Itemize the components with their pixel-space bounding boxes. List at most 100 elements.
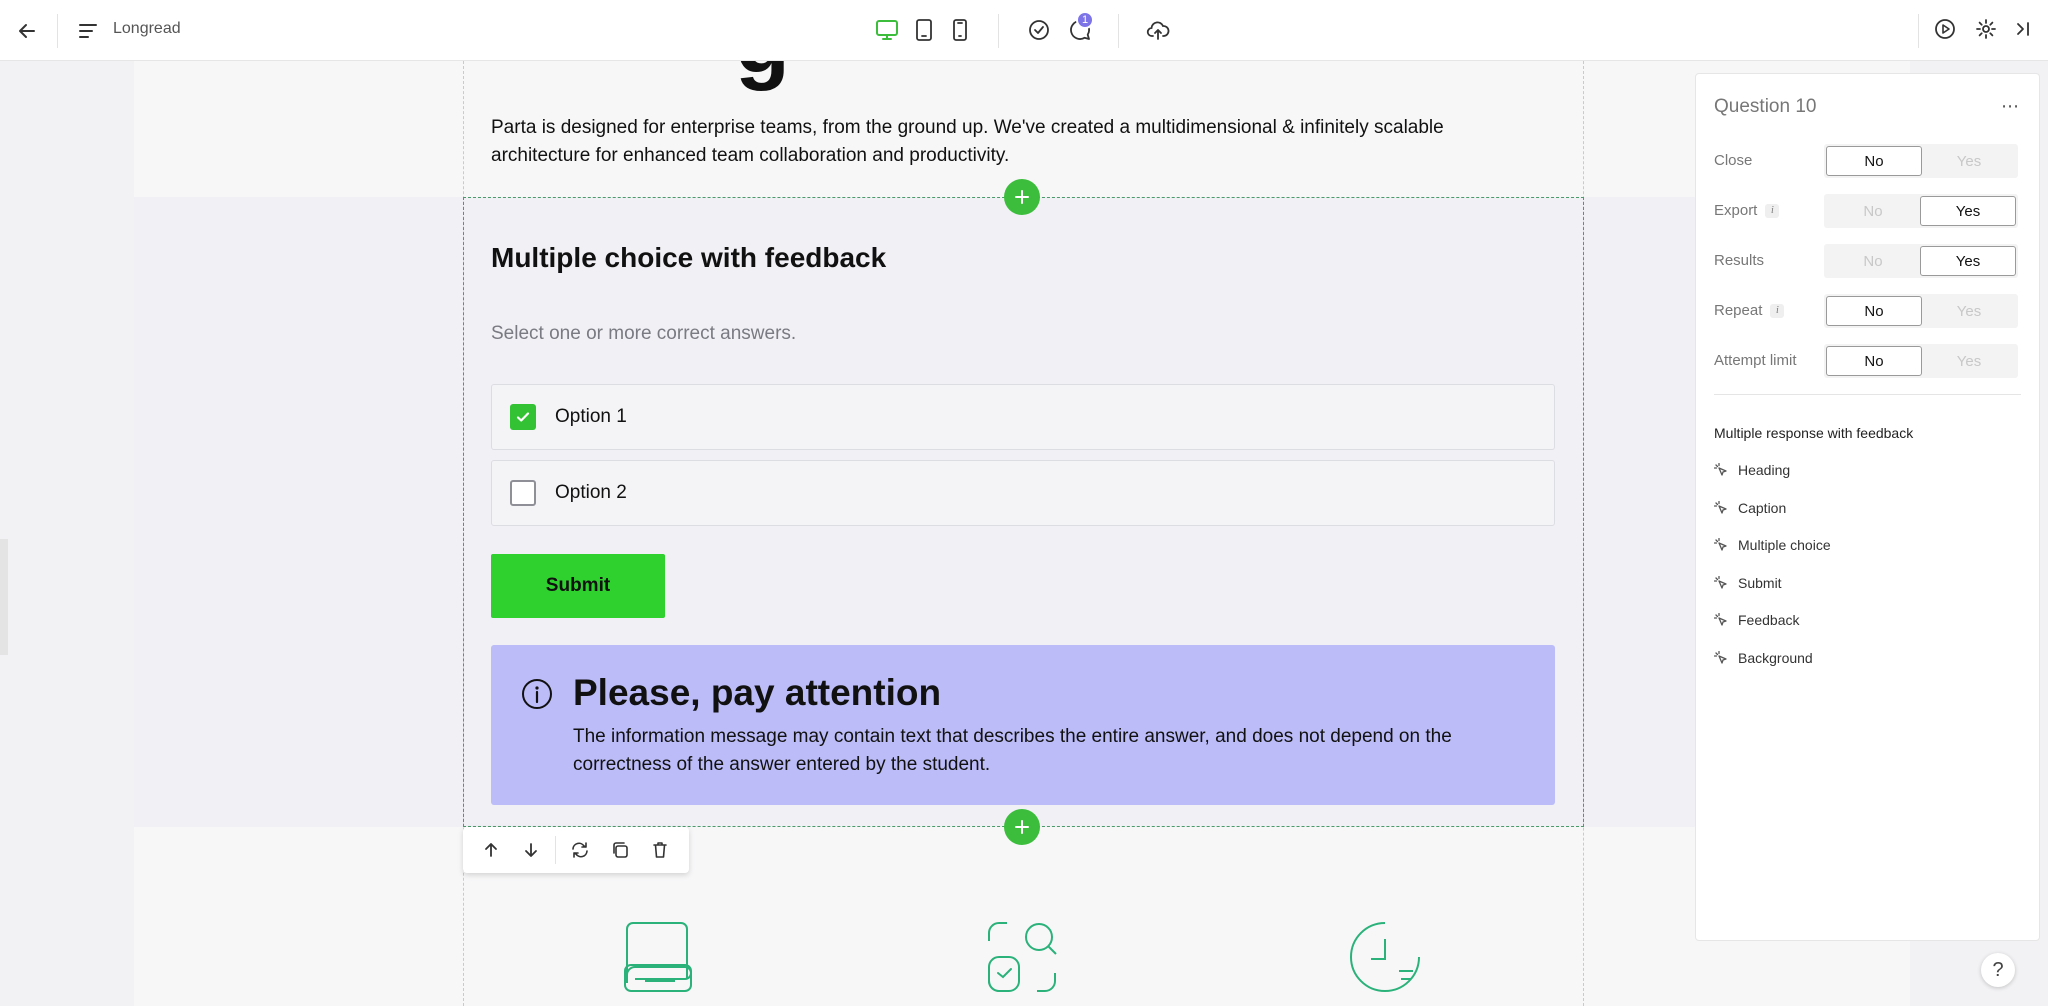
setting-label-text: Close [1714,152,1753,169]
toggle-no-option[interactable]: No [1826,196,1920,226]
move-up-icon[interactable] [471,830,511,870]
plus-icon [1015,190,1029,204]
layer-label: Multiple choice [1738,537,1831,553]
setting-row-repeat: Repeat i No Yes [1714,294,2024,328]
toggle-yes-option[interactable]: Yes [1920,196,2016,226]
section-title: Multiple response with feedback [1714,425,1914,441]
setting-row-close: Close No Yes [1714,144,2024,178]
layer-item[interactable]: Caption [1714,494,1786,522]
toggle-segment[interactable]: No Yes [1824,144,2018,178]
publish-cloud-icon[interactable] [1143,15,1173,45]
layer-label: Heading [1738,462,1791,478]
top-bar: Longread 1 [0,0,2048,61]
layer-label: Caption [1738,499,1787,516]
properties-panel: Question 10 ⋯ Close No Yes Export i No Yes Resu… [1695,73,2040,941]
cursor-click-icon [1714,500,1727,514]
move-down-icon[interactable] [511,830,551,870]
setting-label-text: Repeat [1714,302,1763,319]
tablet-view-icon[interactable] [909,15,939,45]
layer-item[interactable]: Feedback [1714,606,1799,634]
mobile-view-icon[interactable] [945,15,975,45]
setting-label: Export i [1714,202,1780,219]
layer-item[interactable]: Background [1714,644,1813,672]
toggle-segment[interactable]: No Yes [1824,294,2018,328]
option-label: Option 1 [555,406,627,427]
setting-label-text: Attempt limit [1714,352,1797,369]
info-icon[interactable]: i [1765,203,1780,218]
cursor-click-icon [1714,613,1727,626]
document-title: Longread [113,20,181,37]
notification-badge: 1 [1076,11,1094,29]
setting-label-text: Export [1714,202,1758,219]
more-options-icon[interactable]: ⋯ [2001,96,2020,117]
delete-trash-icon[interactable] [640,830,680,870]
option-label: Option 2 [555,482,627,503]
info-icon[interactable]: i [1770,303,1785,318]
cursor-click-icon [1714,463,1727,476]
layer-item[interactable]: Heading [1714,456,1790,484]
divider [1118,14,1119,48]
option-row[interactable]: Option 1 [491,384,1555,450]
replace-icon[interactable] [560,830,600,870]
plus-icon [1015,820,1029,834]
section-heading-fragment: g [735,61,790,94]
toggle-segment[interactable]: No Yes [1824,194,2018,228]
checkbox-unchecked[interactable] [510,480,536,506]
question-heading: Multiple choice with feedback [491,242,887,273]
toggle-segment[interactable]: No Yes [1824,344,2018,378]
setting-label-text: Results [1714,252,1765,269]
info-circle-icon [521,678,553,715]
collapse-panel-icon[interactable] [2008,14,2038,44]
toggle-yes-option[interactable]: Yes [1922,346,2016,376]
search-check-icon [985,921,1057,998]
back-arrow-icon[interactable] [12,16,42,46]
feedback-title: Please, pay attention [573,672,942,713]
option-row[interactable]: Option 2 [491,460,1555,526]
setting-label: Attempt limit [1714,352,1797,369]
layer-label: Background [1738,649,1813,666]
toggle-segment[interactable]: No Yes [1824,244,2018,278]
setting-label: Close [1714,152,1752,169]
setting-row-results: Results No Yes [1714,244,2024,278]
clock-icon [1349,921,1421,998]
help-button[interactable]: ? [1981,953,2015,987]
divider [998,14,999,48]
cursor-click-icon [1714,650,1727,664]
feedback-message: Please, pay attention The information me… [491,645,1555,805]
check-circle-icon[interactable] [1024,15,1054,45]
question-caption: Select one or more correct answers. [491,323,797,344]
divider [1918,14,1919,48]
layer-item[interactable]: Submit [1714,569,1782,597]
menu-icon[interactable] [73,16,103,46]
toggle-yes-option[interactable]: Yes [1920,246,2016,276]
divider [1714,394,2021,395]
layer-item[interactable]: Multiple choice [1714,531,1831,559]
preview-play-icon[interactable] [1930,14,1960,44]
divider [555,836,556,864]
setting-row-attempt-limit: Attempt limit No Yes [1714,344,2024,378]
submit-button[interactable]: Submit [491,554,665,618]
toggle-no-option[interactable]: No [1826,296,1922,326]
divider [57,14,58,48]
checkmark-icon [516,412,530,422]
panel-title: Question 10 [1714,96,1817,117]
checkbox-checked[interactable] [510,404,536,430]
toggle-yes-option[interactable]: Yes [1922,146,2016,176]
desktop-view-icon[interactable] [872,15,902,45]
setting-label: Results [1714,252,1764,269]
cursor-click-icon [1714,575,1727,589]
left-scroll-handle[interactable] [0,539,8,655]
add-block-button[interactable] [1004,809,1040,845]
toggle-no-option[interactable]: No [1826,346,1922,376]
setting-label: Repeat i [1714,302,1785,319]
toggle-no-option[interactable]: No [1826,246,1920,276]
add-block-button[interactable] [1004,179,1040,215]
duplicate-icon[interactable] [600,830,640,870]
layer-label: Submit [1738,574,1782,591]
intro-paragraph: Parta is designed for enterprise teams, … [491,117,1444,166]
toggle-yes-option[interactable]: Yes [1922,296,2016,326]
settings-gear-icon[interactable] [1971,14,2001,44]
cursor-click-icon [1714,538,1727,551]
toggle-no-option[interactable]: No [1826,146,1922,176]
setting-row-export: Export i No Yes [1714,194,2024,228]
